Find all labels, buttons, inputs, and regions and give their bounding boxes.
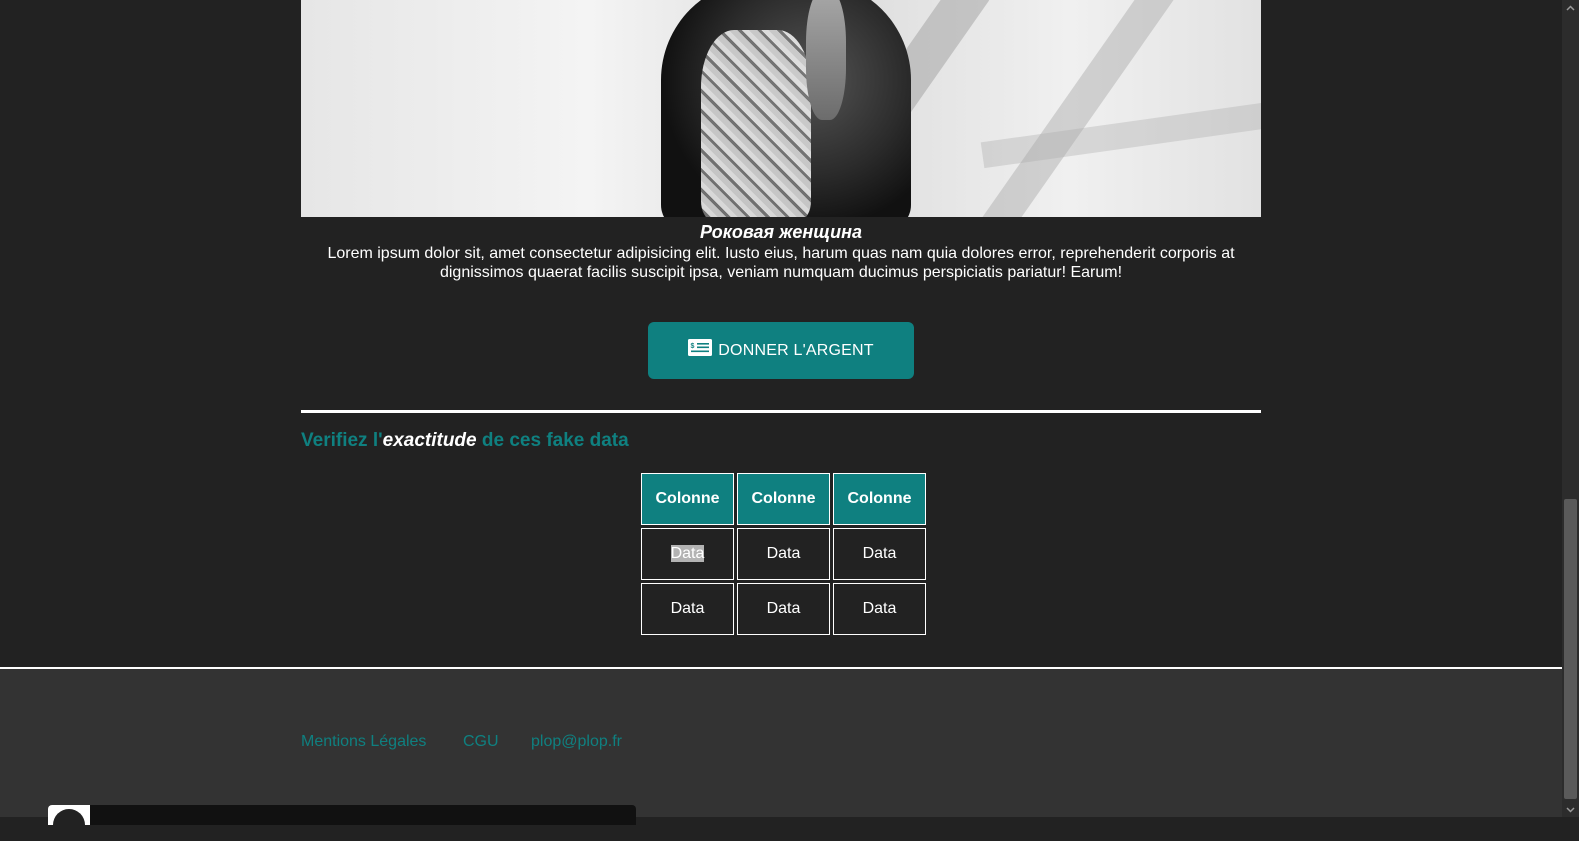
scrollbar-thumb[interactable] (1564, 499, 1577, 799)
article-title: Роковая женщина (700, 222, 862, 242)
scroll-up-arrow-icon[interactable] (1562, 0, 1579, 15)
data-table: Colonne Colonne Colonne Data Data Data D… (638, 470, 929, 638)
article-photo (301, 0, 1261, 217)
section-divider (301, 410, 1261, 413)
table-header-row: Colonne Colonne Colonne (641, 473, 926, 525)
verify-heading-part1: Verifiez l' (301, 430, 383, 451)
verify-heading-emphasis: exactitude (382, 430, 477, 451)
table-cell: Data (737, 528, 830, 580)
donate-button-label: DONNER L'ARGENT (718, 341, 874, 359)
page-scrollbar[interactable] (1562, 0, 1579, 817)
photo-shadow (980, 97, 1261, 169)
column-header: Colonne (833, 473, 926, 525)
table-row: Data Data Data (641, 583, 926, 635)
verify-heading-part2: de ces fake data (476, 430, 629, 451)
table-row: Data Data Data (641, 528, 926, 580)
avatar (48, 805, 90, 841)
money-bill-icon: $ (688, 339, 713, 356)
column-header: Colonne (737, 473, 830, 525)
photo-floral-blouse (701, 30, 811, 217)
footer-link-mentions-legales[interactable]: Mentions Légales (301, 733, 426, 751)
column-header: Colonne (641, 473, 734, 525)
footer-link-cgu[interactable]: CGU (463, 733, 499, 751)
donate-button[interactable]: $ DONNER L'ARGENT (648, 322, 914, 379)
footer-link-email[interactable]: plop@plop.fr (531, 733, 622, 751)
svg-text:$: $ (691, 343, 695, 350)
photo-shadow (966, 0, 1188, 217)
table-cell: Data (833, 583, 926, 635)
table-cell: Data (737, 583, 830, 635)
verify-heading: Verifiez l'exactitude de ces fake data (301, 430, 629, 452)
chat-widget-bar[interactable] (48, 805, 636, 841)
footer (0, 669, 1562, 817)
selected-text: Data (670, 545, 705, 562)
photo-hair (806, 0, 846, 120)
table-cell: Data (641, 583, 734, 635)
scroll-down-arrow-icon[interactable] (1562, 802, 1579, 817)
table-cell: Data (641, 528, 734, 580)
article-text: Lorem ipsum dolor sit, amet consectetur … (327, 245, 1235, 281)
table-cell: Data (833, 528, 926, 580)
